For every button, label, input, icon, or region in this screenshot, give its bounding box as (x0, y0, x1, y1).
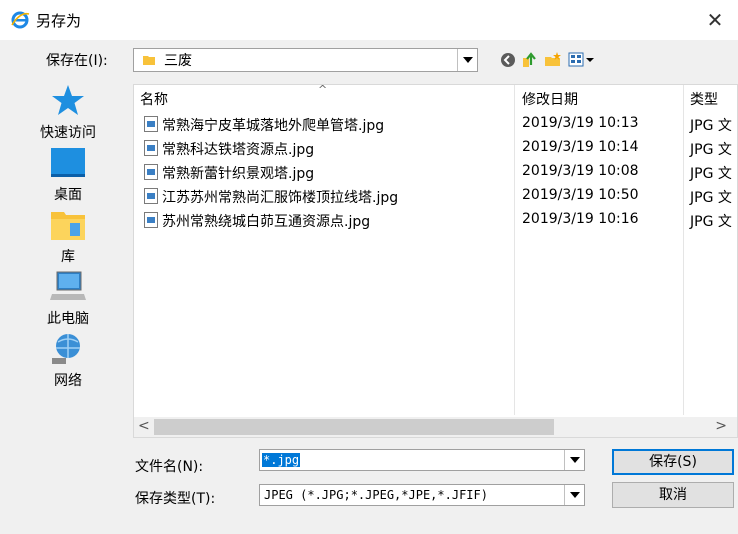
place-label: 桌面 (54, 187, 82, 203)
filetype-value: JPEG (*.JPG;*.JPEG,*JPE,*.JFIF) (264, 488, 488, 502)
window-title: 另存为 (36, 12, 82, 30)
save-in-dropdown[interactable]: 三废 (133, 48, 478, 72)
file-name: 常熟新蕾针织景观塔.jpg (162, 166, 315, 182)
ie-icon (11, 11, 30, 29)
file-date: 2019/3/19 10:13 (522, 115, 639, 131)
back-icon[interactable] (499, 51, 517, 69)
new-folder-icon[interactable] (544, 51, 562, 69)
view-menu-icon[interactable] (568, 51, 596, 69)
column-name[interactable]: 名称 (140, 89, 168, 109)
save-button[interactable]: 保存(S) (612, 449, 734, 475)
filetype-label: 保存类型(T): (135, 491, 216, 507)
close-icon: ✕ (706, 8, 724, 32)
place-libraries[interactable]: 库 (28, 208, 108, 268)
title-bar: 另存为 ✕ (0, 0, 738, 40)
jpg-file-icon (144, 164, 158, 180)
jpg-file-icon (144, 212, 158, 228)
desktop-icon (51, 148, 85, 177)
file-name: 苏州常熟绕城白茆互通资源点.jpg (162, 214, 371, 230)
scroll-thumb[interactable] (154, 419, 554, 435)
file-type: JPG 文 (690, 190, 732, 206)
file-date: 2019/3/19 10:16 (522, 211, 639, 227)
filename-value: *.jpg (262, 453, 301, 467)
file-name: 常熟海宁皮革城落地外爬单管塔.jpg (162, 118, 385, 134)
file-type: JPG 文 (690, 118, 732, 134)
save-in-label: 保存在(I): (46, 53, 108, 69)
place-network[interactable]: 网络 (28, 332, 108, 392)
file-list[interactable]: ^ 名称 修改日期 类型 常熟海宁皮革城落地外爬单管塔.jpg 2019/3/1… (133, 84, 738, 438)
file-date: 2019/3/19 10:08 (522, 163, 639, 179)
filetype-dropdown[interactable]: JPEG (*.JPG;*.JPEG,*JPE,*.JFIF) (259, 484, 585, 506)
folder-icon (143, 56, 155, 65)
place-label: 快速访问 (40, 125, 96, 141)
file-date: 2019/3/19 10:50 (522, 187, 639, 203)
file-date: 2019/3/19 10:14 (522, 139, 639, 155)
jpg-file-icon (144, 140, 158, 156)
file-type: JPG 文 (690, 214, 732, 230)
filename-input[interactable]: *.jpg (259, 449, 585, 471)
file-row[interactable]: 常熟海宁皮革城落地外爬单管塔.jpg 2019/3/19 10:13 JPG 文 (134, 112, 737, 136)
place-this-pc[interactable]: 此电脑 (28, 270, 108, 330)
column-date[interactable]: 修改日期 (522, 89, 578, 109)
file-row[interactable]: 江苏苏州常熟尚汇服饰楼顶拉线塔.jpg 2019/3/19 10:50 JPG … (134, 184, 737, 208)
place-label: 库 (61, 249, 75, 265)
dropdown-arrow[interactable] (564, 485, 584, 505)
star-icon (52, 85, 84, 115)
place-quick-access[interactable]: 快速访问 (28, 84, 108, 144)
dropdown-arrow[interactable] (564, 450, 584, 470)
library-folder-icon (51, 212, 85, 240)
place-label: 网络 (54, 373, 82, 389)
network-icon (52, 334, 80, 364)
sort-caret-icon: ^ (318, 84, 328, 96)
file-row[interactable]: 常熟科达铁塔资源点.jpg 2019/3/19 10:14 JPG 文 (134, 136, 737, 160)
cancel-button[interactable]: 取消 (612, 482, 734, 508)
place-label: 此电脑 (47, 311, 89, 327)
computer-icon (50, 271, 86, 300)
place-desktop[interactable]: 桌面 (28, 146, 108, 206)
save-in-value: 三废 (164, 53, 192, 69)
file-type: JPG 文 (690, 142, 732, 158)
file-name: 江苏苏州常熟尚汇服饰楼顶拉线塔.jpg (162, 190, 399, 206)
scroll-left-icon[interactable]: < (138, 418, 150, 434)
up-folder-icon[interactable] (521, 51, 539, 69)
column-header: ^ 名称 修改日期 类型 (134, 85, 737, 111)
file-name: 常熟科达铁塔资源点.jpg (162, 142, 315, 158)
jpg-file-icon (144, 116, 158, 132)
filename-label: 文件名(N): (135, 459, 204, 475)
dropdown-arrow[interactable] (457, 49, 477, 71)
file-row[interactable]: 常熟新蕾针织景观塔.jpg 2019/3/19 10:08 JPG 文 (134, 160, 737, 184)
close-button[interactable]: ✕ (692, 0, 738, 40)
file-type: JPG 文 (690, 166, 732, 182)
column-type[interactable]: 类型 (690, 89, 718, 109)
scroll-right-icon[interactable]: > (715, 418, 727, 434)
horizontal-scrollbar[interactable]: < > (134, 417, 737, 437)
jpg-file-icon (144, 188, 158, 204)
file-row[interactable]: 苏州常熟绕城白茆互通资源点.jpg 2019/3/19 10:16 JPG 文 (134, 208, 737, 232)
